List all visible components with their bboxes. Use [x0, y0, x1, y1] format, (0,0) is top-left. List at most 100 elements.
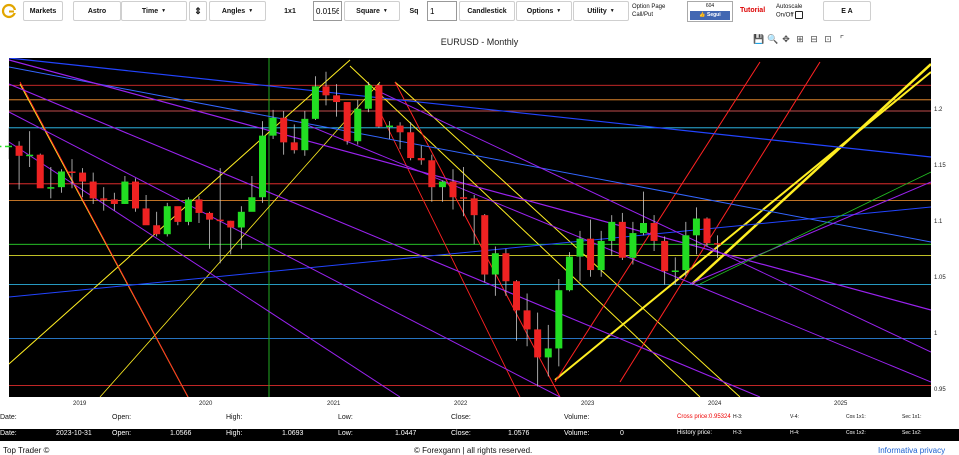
square-label: Square	[356, 7, 380, 15]
y-tick-label: 1.1	[934, 219, 943, 225]
candlestick-label: Candlestick	[467, 7, 507, 15]
candle-body	[184, 199, 192, 222]
candle-body	[618, 221, 626, 258]
ea-button[interactable]: E A	[823, 1, 871, 21]
save-icon[interactable]: 💾	[753, 34, 764, 45]
x-tick-label: 2020	[199, 401, 213, 407]
candlestick-button[interactable]: Candlestick	[459, 1, 515, 21]
footer: Top Trader © © Forexgann | all rights re…	[0, 445, 959, 455]
facebook-follow-button[interactable]: 👍 Segui	[690, 11, 730, 20]
candle-body	[15, 145, 23, 156]
candle-body	[237, 211, 245, 228]
candle-body	[502, 253, 510, 282]
candle-body	[301, 118, 309, 151]
cross-price: Cross price:0.95324	[677, 414, 731, 420]
time-stepper[interactable]: ⇕	[189, 1, 207, 21]
close-label: Close:	[451, 414, 471, 421]
candle-body	[513, 281, 520, 311]
candle-body	[481, 215, 489, 275]
candle-body	[470, 198, 478, 216]
candle-body	[57, 171, 65, 188]
candle-body	[121, 181, 129, 204]
open-value: 1.0566	[170, 430, 192, 437]
candle-body	[703, 218, 711, 244]
angles-dropdown[interactable]: Angles ▼	[209, 1, 266, 21]
footer-app-name: Top Trader ©	[3, 446, 50, 455]
tutorial-link[interactable]: Tutorial	[740, 7, 765, 14]
zoom-out-icon[interactable]: ⊟	[809, 34, 819, 45]
option-page-link[interactable]: Option Page Call/Put	[632, 3, 665, 19]
ratio-input[interactable]	[313, 1, 342, 21]
candle	[163, 202, 171, 237]
candle-body	[163, 206, 171, 235]
autoscale-state-label: On/Off	[776, 12, 794, 19]
autoscale-icon[interactable]: ⊡	[823, 34, 833, 45]
autoscale-checkbox[interactable]	[794, 11, 803, 19]
h3-label: H-3:	[733, 430, 743, 436]
y-tick-label: 1	[934, 331, 938, 337]
candle-body	[629, 233, 637, 258]
astro-button[interactable]: Astro	[73, 1, 121, 21]
candle-body	[269, 117, 277, 136]
utility-dropdown[interactable]: Utility ▼	[573, 1, 629, 21]
options-dropdown[interactable]: Options ▼	[516, 1, 572, 21]
candle-body	[555, 290, 563, 349]
plot-area[interactable]	[9, 58, 931, 397]
sq-input[interactable]	[427, 1, 457, 21]
caret-down-icon: ▼	[161, 8, 167, 14]
privacy-link[interactable]: Informativa privacy	[878, 446, 945, 455]
candle-body	[565, 256, 573, 291]
volume-value: 0	[620, 430, 624, 437]
low-value: 1.0447	[395, 430, 417, 437]
cos-1x1-label: Cos 1x1:	[846, 414, 866, 420]
x-tick-label: 2025	[834, 401, 848, 407]
low-label: Low:	[338, 414, 353, 421]
candle-body	[407, 132, 415, 159]
angles-label: Angles	[221, 7, 246, 15]
chart-toolbox: 💾 🔍 ✥ ⊞ ⊟ ⊡ ⌜	[753, 34, 847, 45]
candle-body	[438, 181, 446, 188]
v4-label: V-4:	[790, 414, 799, 420]
candle-body	[364, 85, 372, 109]
close-label: Close:	[451, 430, 471, 437]
caret-down-icon: ▼	[556, 8, 562, 14]
candle-body	[386, 125, 393, 128]
caret-down-icon: ▼	[382, 8, 388, 14]
volume-label: Volume:	[564, 414, 590, 421]
candle-body	[671, 270, 679, 272]
option-page-label: Option Page	[632, 4, 666, 10]
candle	[184, 197, 192, 226]
candle-body	[576, 238, 584, 257]
candle	[132, 178, 139, 212]
autoscale-toggle[interactable]: Autoscale On/Off	[776, 3, 803, 20]
zoom-in-icon[interactable]: ⊞	[795, 34, 805, 45]
candle-body	[354, 108, 362, 142]
ea-label: E A	[841, 7, 853, 15]
markets-button[interactable]: Markets	[23, 1, 63, 21]
ratio-label: 1x1	[284, 7, 296, 15]
candle-body	[68, 171, 76, 173]
candle-body	[153, 225, 161, 235]
candle-body	[714, 243, 722, 245]
candle-body	[142, 208, 150, 226]
price-chart[interactable]	[0, 52, 959, 412]
markets-label: Markets	[29, 7, 57, 15]
candle-body	[333, 95, 341, 103]
candle-body	[0, 145, 2, 148]
date-value: 2023-10-31	[56, 430, 92, 437]
candle-body	[343, 102, 351, 142]
zoom-icon[interactable]: 🔍	[767, 34, 778, 45]
candle-body	[36, 154, 44, 189]
square-dropdown[interactable]: Square ▼	[344, 1, 400, 21]
candle-body	[132, 181, 139, 209]
pan-icon[interactable]: ✥	[781, 34, 791, 45]
candle-body	[110, 199, 118, 204]
sec-1x2-label: Sec 1x2:	[902, 430, 922, 436]
autoscale-label: Autoscale	[776, 4, 803, 10]
caret-down-icon: ▼	[248, 8, 254, 14]
candle	[703, 217, 711, 247]
x-tick-label: 2021	[327, 401, 341, 407]
reset-axes-icon[interactable]: ⌜	[837, 34, 847, 45]
candle-body	[290, 142, 298, 151]
time-dropdown[interactable]: Time ▼	[121, 1, 187, 21]
